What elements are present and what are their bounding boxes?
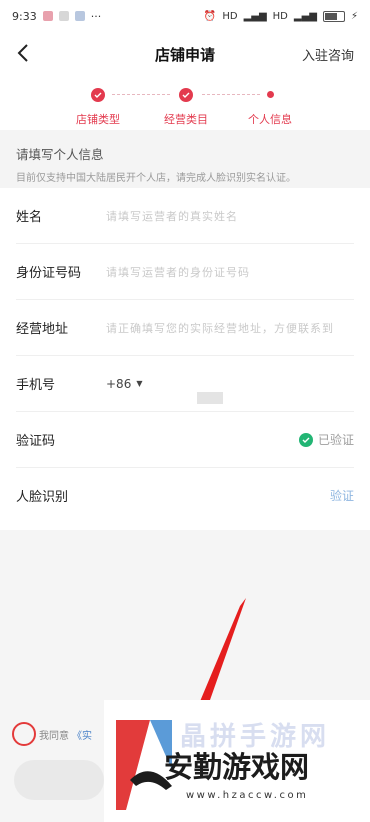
signal-hd-label: HD bbox=[222, 10, 238, 22]
notification-app-icon bbox=[58, 11, 69, 21]
face-verify-button[interactable]: 验证 bbox=[330, 487, 354, 504]
check-icon bbox=[91, 88, 105, 102]
alarm-icon: ⏰ bbox=[203, 10, 217, 22]
notice-subtitle: 目前仅支持中国大陆居民开个人店，请完成人脸识别实名认证。 bbox=[16, 173, 296, 184]
caret-down-icon: ▼ bbox=[136, 379, 143, 388]
check-icon bbox=[179, 88, 193, 102]
id-number-input[interactable]: 请填写运营者的身份证号码 bbox=[106, 264, 250, 280]
battery-icon bbox=[322, 10, 345, 22]
address-label: 经营地址 bbox=[16, 322, 69, 337]
current-step-dot bbox=[266, 91, 274, 98]
face-row: 人脸识别 验证 bbox=[16, 468, 354, 523]
step-label: 店铺类型 bbox=[76, 113, 120, 126]
notification-app-icon bbox=[74, 11, 85, 21]
name-label: 姓名 bbox=[16, 210, 43, 225]
phone-label: 手机号 bbox=[16, 378, 56, 393]
info-notice: 请填写个人信息 目前仅支持中国大陆居民开个人店，请完成人脸识别实名认证。 bbox=[0, 130, 370, 188]
more-notifications-icon: ··· bbox=[90, 9, 102, 23]
verified-check-icon bbox=[298, 432, 313, 447]
watermark-brand: 安勤游戏网 bbox=[164, 750, 310, 784]
id-number-row: 身份证号码 请填写运营者的身份证号码 bbox=[16, 244, 354, 300]
watermark-url: www.hzaccw.com bbox=[186, 790, 309, 801]
personal-info-form: 姓名 请填写运营者的真实姓名 身份证号码 请填写运营者的身份证号码 经营地址 请… bbox=[0, 188, 370, 523]
agreement: 我同意 《实 bbox=[12, 722, 92, 746]
step-business-category: 经营类目 bbox=[141, 88, 231, 127]
back-button[interactable] bbox=[12, 42, 34, 64]
status-bar: 9:33 ··· ⏰ HD ▂▄▆ HD ▂▄▆ ⚡ bbox=[0, 0, 370, 32]
agree-checkbox[interactable] bbox=[12, 722, 36, 746]
verified-text: 已验证 bbox=[317, 433, 354, 447]
step-personal-info: 个人信息 bbox=[225, 88, 315, 127]
name-input[interactable]: 请填写运营者的真实姓名 bbox=[106, 208, 238, 224]
step-indicator: 店铺类型 经营类目 个人信息 bbox=[0, 76, 370, 130]
code-row: 验证码 已验证 bbox=[16, 412, 354, 468]
page-title: 店铺申请 bbox=[154, 45, 215, 64]
verified-status: 已验证 bbox=[298, 431, 354, 448]
id-number-label: 身份证号码 bbox=[16, 266, 82, 281]
step-store-type: 店铺类型 bbox=[53, 88, 143, 127]
notification-app-icon bbox=[42, 11, 53, 21]
consult-link[interactable]: 入驻咨询 bbox=[302, 45, 354, 64]
scroll-indicator bbox=[197, 392, 223, 404]
agreement-prefix: 我同意 bbox=[39, 730, 69, 742]
address-row: 经营地址 请正确填写您的实际经营地址，方便联系到 bbox=[16, 300, 354, 356]
status-time: 9:33 bbox=[12, 9, 37, 23]
signal-hd-label: HD bbox=[272, 10, 288, 22]
country-code: +86 bbox=[106, 376, 132, 391]
notice-title: 请填写个人信息 bbox=[16, 147, 104, 162]
charging-icon: ⚡ bbox=[350, 10, 358, 22]
watermark: 晶拼手游网 安勤游戏网 www.hzaccw.com bbox=[104, 700, 370, 822]
agreement-link[interactable]: 《实 bbox=[72, 727, 92, 742]
phone-row: 手机号 +86 ▼ bbox=[16, 356, 354, 412]
chevron-left-icon bbox=[17, 44, 28, 62]
submit-button[interactable] bbox=[14, 760, 104, 800]
country-code-select[interactable]: +86 ▼ bbox=[106, 377, 142, 391]
step-label: 经营类目 bbox=[164, 113, 208, 126]
navigation-bar: 店铺申请 入驻咨询 bbox=[0, 32, 370, 76]
code-label: 验证码 bbox=[16, 434, 56, 449]
face-label: 人脸识别 bbox=[16, 490, 69, 505]
step-label: 个人信息 bbox=[248, 113, 292, 126]
address-input[interactable]: 请正确填写您的实际经营地址，方便联系到 bbox=[106, 320, 354, 336]
signal-icon: ▂▄▆ bbox=[243, 10, 267, 22]
signal-icon: ▂▄▆ bbox=[293, 10, 317, 22]
name-row: 姓名 请填写运营者的真实姓名 bbox=[16, 188, 354, 244]
